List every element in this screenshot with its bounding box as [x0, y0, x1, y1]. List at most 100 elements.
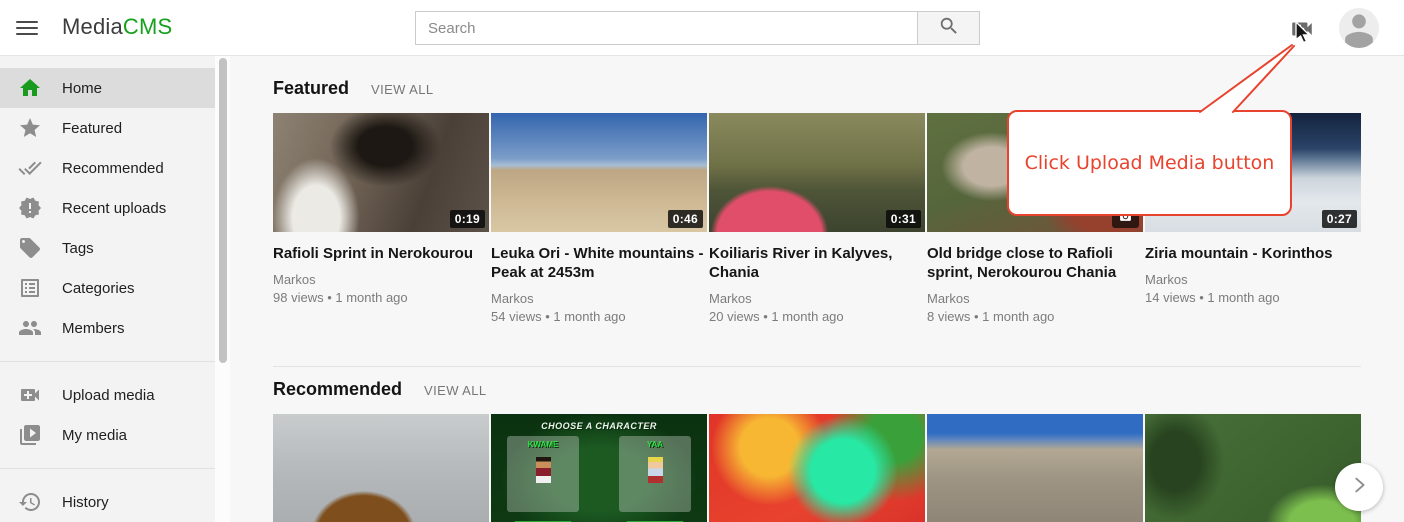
video-thumbnail[interactable]	[709, 414, 925, 522]
search-button[interactable]	[917, 11, 980, 45]
media-card[interactable]	[709, 414, 925, 522]
video-thumbnail[interactable]: 0:46	[491, 113, 707, 232]
video-thumbnail[interactable]: 0:19	[273, 113, 489, 232]
sidebar-divider	[0, 468, 215, 469]
carousel-next-button[interactable]	[1335, 463, 1383, 511]
sidebar-item-home[interactable]: Home	[0, 68, 215, 108]
video-meta: 20 views • 1 month ago	[709, 308, 925, 326]
duration-badge: 0:19	[450, 210, 485, 228]
new-releases-icon	[18, 196, 42, 220]
upload-media-button[interactable]	[1289, 16, 1315, 42]
game-thumb-heading: CHOOSE A CHARACTER	[491, 421, 707, 431]
sidebar-item-label: My media	[62, 427, 127, 444]
media-card[interactable]: 0:19 Rafioli Sprint in Nerokourou Markos…	[273, 113, 489, 326]
media-card[interactable]: 0:46 Leuka Ori - White mountains - Peak …	[491, 113, 707, 326]
sidebar-divider	[0, 361, 215, 362]
sidebar-item-label: History	[62, 494, 109, 511]
media-card[interactable]	[273, 414, 489, 522]
mediacms-page: MediaCMS Home Featured	[0, 0, 1404, 522]
sidebar-item-history[interactable]: History	[0, 482, 215, 522]
sidebar: Home Featured Recommended Recent uploads…	[0, 56, 215, 522]
video-author[interactable]: Markos	[491, 290, 707, 308]
video-meta: 54 views • 1 month ago	[491, 308, 707, 326]
sidebar-item-label: Featured	[62, 120, 122, 137]
sidebar-item-featured[interactable]: Featured	[0, 108, 215, 148]
brand-logo[interactable]: MediaCMS	[62, 14, 172, 40]
search-icon	[938, 15, 960, 42]
sidebar-item-categories[interactable]: Categories	[0, 268, 215, 308]
sidebar-item-label: Members	[62, 320, 125, 337]
video-thumbnail[interactable]: 0:31	[709, 113, 925, 232]
videocam-plus-icon	[18, 383, 42, 407]
sidebar-item-label: Home	[62, 80, 102, 97]
sidebar-item-label: Categories	[62, 280, 135, 297]
search-bar	[415, 11, 980, 45]
video-thumbnail[interactable]	[1145, 414, 1361, 522]
video-title[interactable]: Ziria mountain - Korinthos	[1145, 244, 1361, 263]
game-character-name: KWAME	[507, 440, 579, 449]
sidebar-scrollbar[interactable]	[215, 56, 230, 522]
sidebar-item-label: Upload media	[62, 387, 155, 404]
game-character-panel: YAA	[619, 436, 691, 512]
star-icon	[18, 116, 42, 140]
video-thumbnail[interactable]	[927, 414, 1143, 522]
featured-view-all-link[interactable]: VIEW ALL	[371, 82, 433, 97]
sidebar-item-label: Recommended	[62, 160, 164, 177]
video-library-icon	[18, 423, 42, 447]
sidebar-item-label: Tags	[62, 240, 94, 257]
video-thumbnail[interactable]	[273, 414, 489, 522]
categories-icon	[18, 276, 42, 300]
media-card[interactable]: CHOOSE A CHARACTER KWAME YAA Selected Se…	[491, 414, 707, 522]
done-all-icon	[18, 156, 42, 180]
section-title-featured: Featured	[273, 78, 349, 99]
members-icon	[18, 316, 42, 340]
history-icon	[18, 490, 42, 514]
game-character-sprite	[648, 457, 663, 483]
duration-badge: 0:31	[886, 210, 921, 228]
video-thumbnail[interactable]: CHOOSE A CHARACTER KWAME YAA Selected Se…	[491, 414, 707, 522]
sidebar-item-tags[interactable]: Tags	[0, 228, 215, 268]
video-meta: 8 views • 1 month ago	[927, 308, 1143, 326]
home-icon	[18, 76, 42, 100]
user-avatar[interactable]	[1339, 8, 1379, 48]
video-title[interactable]: Koiliaris River in Kalyves, Chania	[709, 244, 925, 282]
game-character-name: YAA	[619, 440, 691, 449]
brand-media: Media	[62, 14, 123, 39]
video-meta: 98 views • 1 month ago	[273, 289, 489, 307]
menu-icon[interactable]	[16, 17, 38, 39]
sidebar-item-label: Recent uploads	[62, 200, 166, 217]
duration-badge: 0:46	[668, 210, 703, 228]
video-author[interactable]: Markos	[927, 290, 1143, 308]
video-author[interactable]: Markos	[709, 290, 925, 308]
chevron-right-icon	[1348, 474, 1370, 501]
brand-cms: CMS	[123, 14, 173, 39]
annotation-callout: Click Upload Media button	[1007, 110, 1292, 216]
sidebar-item-members[interactable]: Members	[0, 308, 215, 348]
recommended-section: Recommended VIEW ALL CHOOSE A CHARACTER …	[273, 367, 1404, 522]
media-card[interactable]	[1145, 414, 1361, 522]
game-character-panel: KWAME	[507, 436, 579, 512]
video-title[interactable]: Rafioli Sprint in Nerokourou	[273, 244, 489, 263]
media-card[interactable]: 0:31 Koiliaris River in Kalyves, Chania …	[709, 113, 925, 326]
top-bar: MediaCMS	[0, 0, 1404, 56]
sidebar-item-upload-media[interactable]: Upload media	[0, 375, 215, 415]
video-author[interactable]: Markos	[273, 271, 489, 289]
annotation-text: Click Upload Media button	[1025, 152, 1275, 174]
media-card[interactable]	[927, 414, 1143, 522]
videocam-plus-icon	[1289, 29, 1315, 46]
video-title[interactable]: Leuka Ori - White mountains - Peak at 24…	[491, 244, 707, 282]
video-author[interactable]: Markos	[1145, 271, 1361, 289]
recommended-view-all-link[interactable]: VIEW ALL	[424, 383, 486, 398]
video-title[interactable]: Old bridge close to Rafioli sprint, Nero…	[927, 244, 1143, 282]
sidebar-item-my-media[interactable]: My media	[0, 415, 215, 455]
video-meta: 14 views • 1 month ago	[1145, 289, 1361, 307]
search-input[interactable]	[415, 11, 917, 45]
game-character-sprite	[536, 457, 551, 483]
tag-icon	[18, 236, 42, 260]
duration-badge: 0:27	[1322, 210, 1357, 228]
recommended-row: CHOOSE A CHARACTER KWAME YAA Selected Se…	[273, 414, 1404, 522]
sidebar-item-recent-uploads[interactable]: Recent uploads	[0, 188, 215, 228]
section-title-recommended: Recommended	[273, 379, 402, 400]
scrollbar-thumb[interactable]	[219, 58, 227, 363]
sidebar-item-recommended[interactable]: Recommended	[0, 148, 215, 188]
